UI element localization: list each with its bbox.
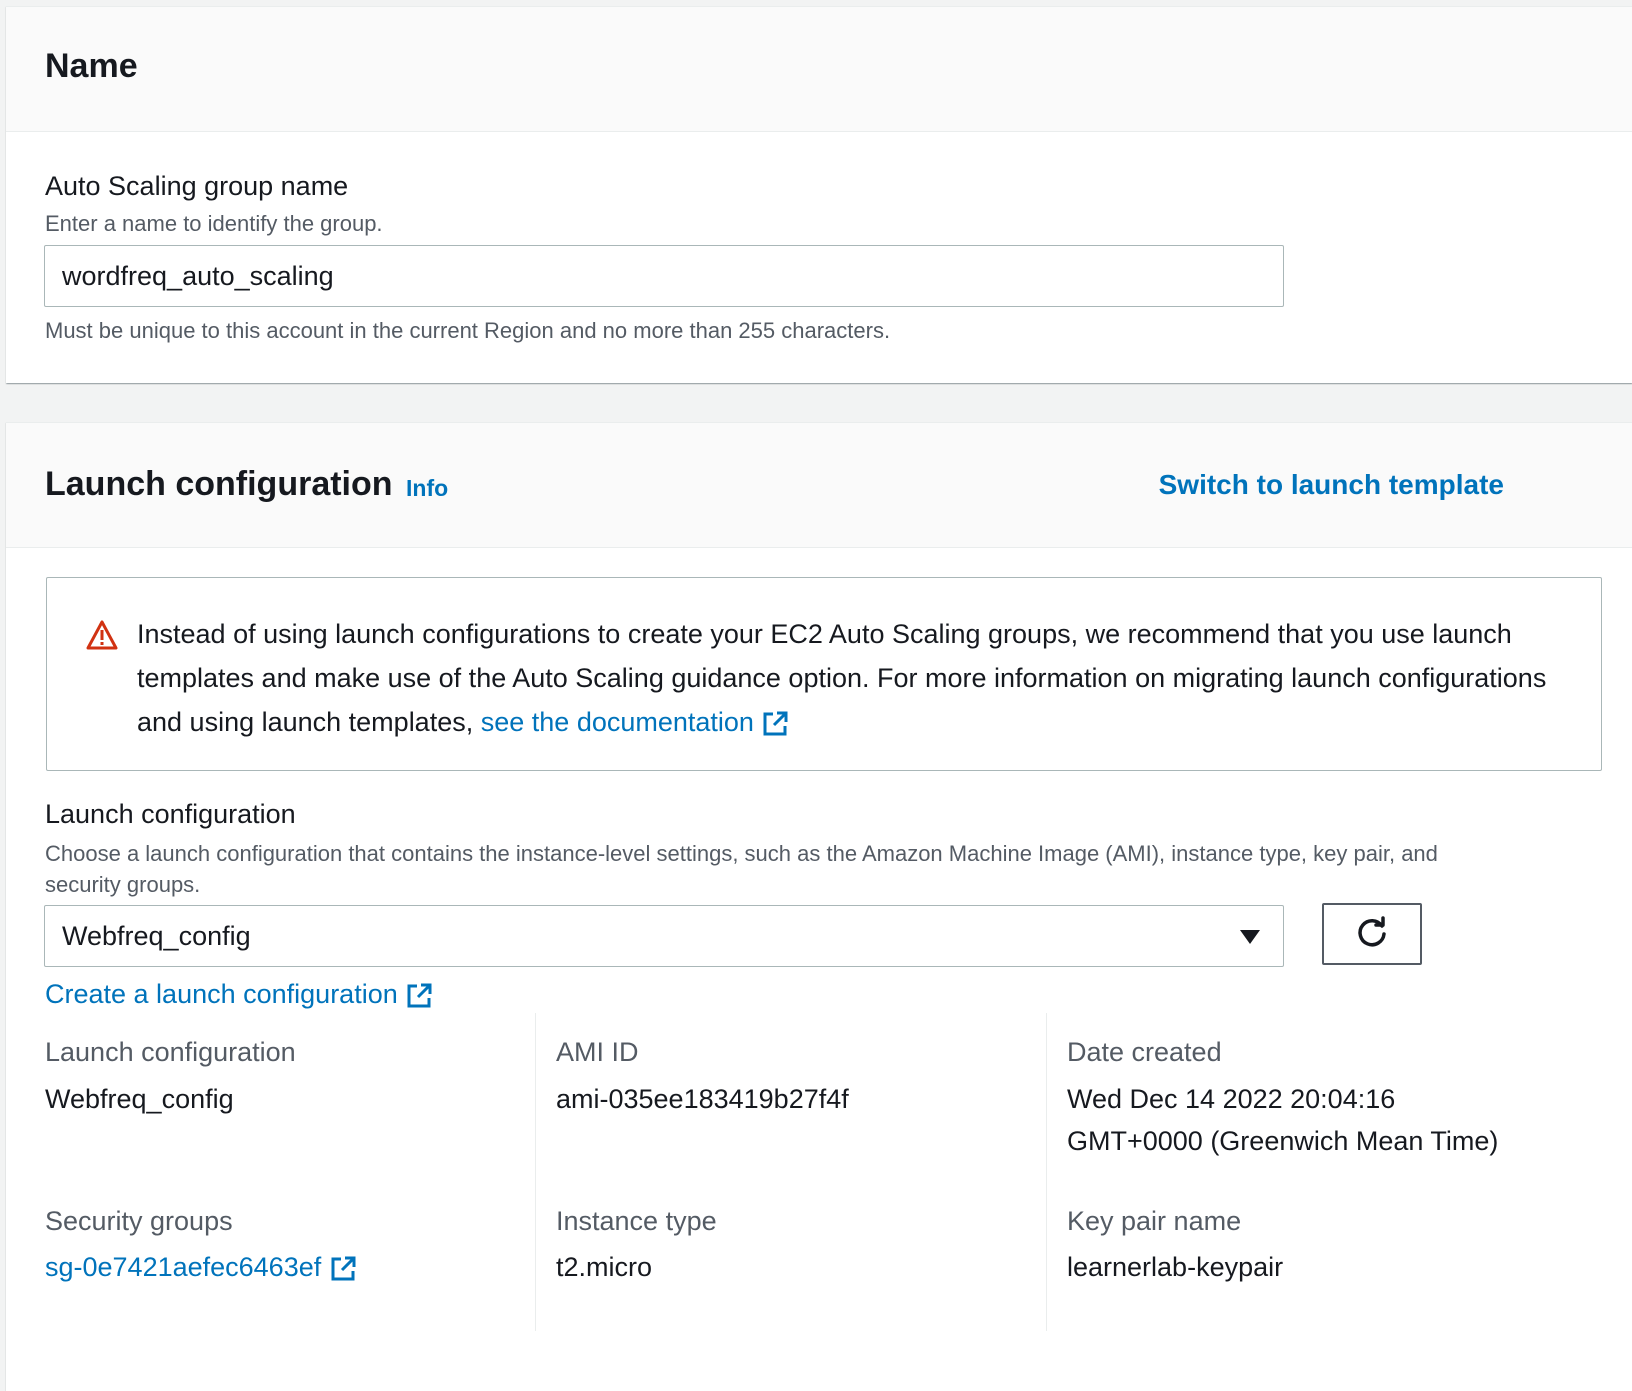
- create-launch-configuration-label: Create a launch configuration: [45, 979, 398, 1009]
- detail-ami-id-value: ami-035ee183419b27f4f: [556, 1084, 849, 1114]
- detail-instance-type-key: Instance type: [556, 1206, 717, 1236]
- launch-config-panel: Launch configuration Info Switch to laun…: [6, 422, 1632, 1391]
- detail-security-groups-key: Security groups: [45, 1206, 233, 1236]
- launch-config-select-description-2: security groups.: [45, 872, 201, 897]
- launch-config-select[interactable]: Webfreq_config: [44, 905, 1284, 967]
- asg-name-constraint: Must be unique to this account in the cu…: [45, 318, 891, 343]
- security-group-link[interactable]: sg-0e7421aefec6463ef: [45, 1245, 357, 1289]
- name-panel: Name Auto Scaling group name Enter a nam…: [6, 6, 1632, 383]
- deprecation-warning-text: Instead of using launch configurations t…: [137, 612, 1567, 744]
- detail-key-pair-value: learnerlab-keypair: [1067, 1252, 1284, 1282]
- security-group-id: sg-0e7421aefec6463ef: [45, 1252, 322, 1282]
- detail-instance-type-value: t2.micro: [556, 1252, 653, 1282]
- launch-config-panel-header: Launch configuration Info Switch to laun…: [6, 423, 1632, 548]
- launch-config-select-description-1: Choose a launch configuration that conta…: [45, 841, 1438, 866]
- detail-launch-config-value: Webfreq_config: [45, 1084, 234, 1114]
- create-launch-configuration-link[interactable]: Create a launch configuration: [45, 979, 433, 1010]
- detail-key-pair-key: Key pair name: [1067, 1206, 1242, 1236]
- launch-config-select-label: Launch configuration: [45, 799, 296, 829]
- caret-down-icon: [1240, 930, 1260, 944]
- detail-ami-id-key: AMI ID: [556, 1037, 639, 1067]
- info-link[interactable]: Info: [406, 475, 448, 502]
- detail-launch-config-key: Launch configuration: [45, 1037, 296, 1067]
- warning-triangle-icon: [86, 620, 118, 650]
- name-panel-title: Name: [45, 47, 138, 85]
- detail-date-created-value-1: Wed Dec 14 2022 20:04:16: [1067, 1084, 1396, 1114]
- launch-config-title: Launch configuration: [45, 465, 393, 503]
- launch-config-select-value: Webfreq_config: [62, 921, 251, 951]
- see-documentation-label: see the documentation: [480, 707, 754, 737]
- name-panel-header: Name: [6, 7, 1632, 132]
- details-divider-2: [1046, 1013, 1047, 1331]
- external-link-icon: [763, 711, 788, 736]
- switch-to-launch-template-link[interactable]: Switch to launch template: [1159, 469, 1504, 501]
- asg-name-input[interactable]: wordfreq_auto_scaling: [44, 245, 1284, 307]
- asg-name-label: Auto Scaling group name: [45, 171, 349, 201]
- external-link-icon: [331, 1256, 356, 1281]
- refresh-icon: [1358, 916, 1386, 947]
- see-documentation-link[interactable]: see the documentation: [481, 707, 790, 737]
- details-divider-1: [535, 1013, 536, 1331]
- deprecation-warning-alert: Instead of using launch configurations t…: [46, 577, 1602, 771]
- detail-date-created-key: Date created: [1067, 1037, 1222, 1067]
- asg-name-input-value: wordfreq_auto_scaling: [62, 261, 334, 291]
- deprecation-warning-body: Instead of using launch configurations t…: [137, 619, 1547, 737]
- refresh-button[interactable]: [1322, 903, 1422, 965]
- external-link-icon: [407, 983, 432, 1008]
- detail-date-created-value-2: GMT+0000 (Greenwich Mean Time): [1067, 1126, 1499, 1156]
- asg-name-description: Enter a name to identify the group.: [45, 211, 383, 236]
